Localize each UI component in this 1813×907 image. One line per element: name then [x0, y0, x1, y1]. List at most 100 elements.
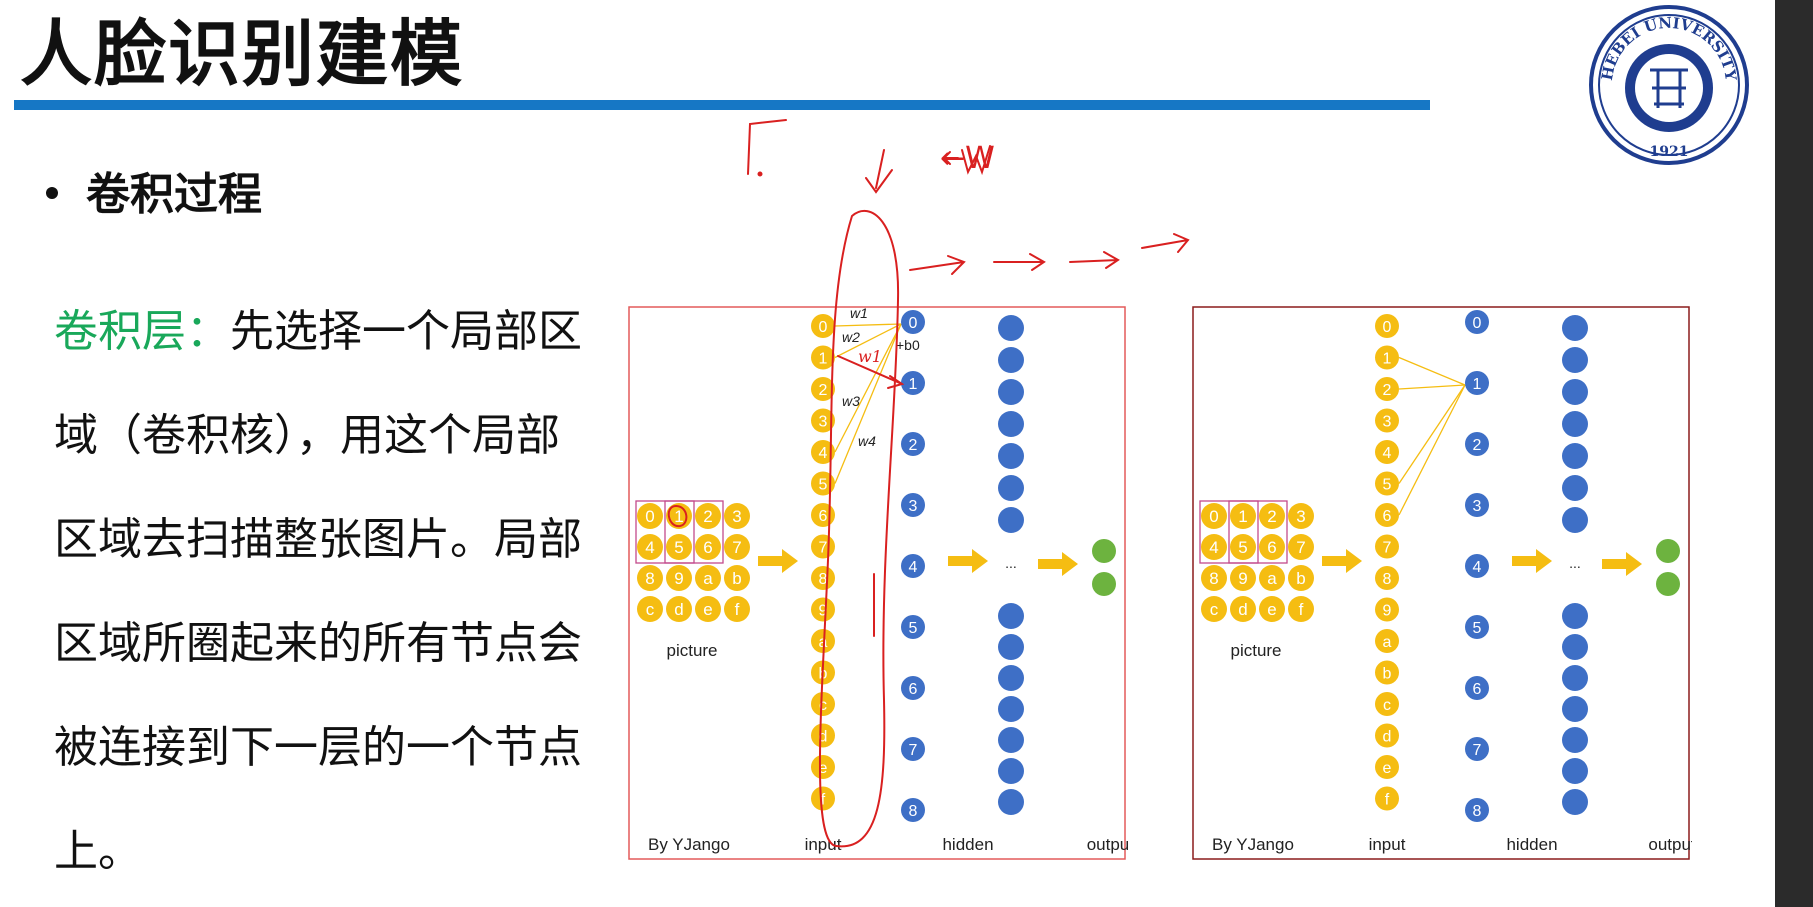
picture-cell-label: 0	[645, 507, 654, 526]
hidden-node	[998, 727, 1024, 753]
input-node-label: 4	[1383, 445, 1392, 462]
input-node-label: e	[819, 760, 828, 777]
hidden-node	[998, 665, 1024, 691]
hidden-node	[998, 347, 1024, 373]
conv-node-label: 5	[909, 620, 918, 637]
input-node-label: f	[1385, 792, 1390, 809]
connection-line	[1398, 356, 1466, 386]
hidden-node	[1562, 315, 1588, 341]
paragraph-lead: 卷积层：	[54, 306, 230, 357]
output-node	[1092, 539, 1116, 563]
connection-line	[834, 323, 902, 327]
picture-cell-label: 4	[645, 538, 654, 557]
picture-cell-label: f	[735, 600, 740, 619]
picture-cell-label: 4	[1209, 538, 1218, 557]
picture-cell-label: 6	[703, 538, 712, 557]
hidden-ellipsis: ...	[1569, 555, 1581, 571]
conv-node-label: 3	[909, 498, 918, 515]
connection-line	[1398, 384, 1466, 516]
picture-cell-label: f	[1299, 600, 1304, 619]
weight-label: w4	[858, 433, 876, 449]
conv-node-label: 1	[1473, 376, 1482, 393]
hidden-node	[1562, 789, 1588, 815]
conv-node-label: 4	[1473, 559, 1482, 576]
hidden-node	[998, 634, 1024, 660]
output-node	[1092, 572, 1116, 596]
flow-arrow	[1602, 552, 1642, 576]
paragraph-body: 先选择一个局部区域（卷积核），用这个局部区域去扫描整张图片。局部区域所圈起来的所…	[54, 306, 582, 877]
flow-arrow	[1512, 549, 1552, 573]
picture-cell-label: d	[674, 600, 683, 619]
input-node-label: 9	[819, 603, 828, 620]
flow-arrow	[1322, 549, 1362, 573]
hidden-node	[1562, 603, 1588, 629]
input-node-label: 0	[819, 319, 828, 336]
input-node-label: c	[819, 697, 827, 714]
conv-node-label: 7	[909, 742, 918, 759]
figure-label-output: outpu	[1087, 835, 1128, 854]
connection-line	[1398, 384, 1466, 484]
picture-cell-label: b	[732, 569, 741, 588]
hidden-node	[1562, 411, 1588, 437]
bullet-text: 卷积过程	[86, 169, 262, 220]
conv-node-label: 4	[909, 559, 918, 576]
picture-cell-label: a	[703, 569, 713, 588]
figure-label-output: output	[1648, 835, 1692, 854]
input-node-label: a	[819, 634, 828, 651]
conv-node-label: 3	[1473, 498, 1482, 515]
input-node-label: 4	[819, 445, 828, 462]
hidden-node	[998, 696, 1024, 722]
input-node-label: 7	[1383, 540, 1392, 557]
hidden-node	[1562, 507, 1588, 533]
hidden-node	[998, 443, 1024, 469]
window-edge-bar	[1775, 0, 1813, 907]
input-node-label: 2	[1383, 382, 1392, 399]
conv-node-label: 8	[1473, 803, 1482, 820]
flow-arrow	[758, 549, 798, 573]
conv-node-label: 6	[1473, 681, 1482, 698]
input-node-label: f	[821, 792, 826, 809]
hidden-node	[998, 789, 1024, 815]
figure-label-hidden: hidden	[942, 835, 993, 854]
picture-label: picture	[1230, 641, 1281, 660]
picture-cell-label: c	[646, 600, 655, 619]
picture-cell-label: c	[1210, 600, 1219, 619]
input-node-label: d	[819, 729, 828, 746]
logo-year: 1921	[1650, 144, 1689, 160]
picture-cell-label: 8	[645, 569, 654, 588]
bias-label: +b0	[896, 337, 920, 353]
hidden-node	[1562, 696, 1588, 722]
picture-cell-label: e	[703, 600, 712, 619]
cnn-figure-left: 0 1 2 34 5 6 78 9 a bc d e fpicturew1w2w3w4+b0012345…	[628, 306, 1128, 860]
hidden-node	[998, 507, 1024, 533]
connection-line	[1398, 384, 1466, 390]
input-node-label: 0	[1383, 319, 1392, 336]
conv-node-label: 2	[1473, 437, 1482, 454]
hidden-node	[1562, 475, 1588, 501]
picture-cell-label: 5	[674, 538, 683, 557]
output-node	[1656, 572, 1680, 596]
input-node-label: b	[819, 666, 828, 683]
input-node-label: 1	[819, 351, 828, 368]
input-node-label: 7	[819, 540, 828, 557]
input-node-label: 8	[819, 571, 828, 588]
weight-label: w1	[850, 306, 868, 321]
input-node-label: a	[1383, 634, 1392, 651]
weight-label: w3	[842, 393, 860, 409]
conv-node-label: 6	[909, 681, 918, 698]
bullet-item: 卷积过程	[46, 158, 262, 222]
hidden-node	[1562, 758, 1588, 784]
input-node-label: 3	[819, 414, 828, 431]
hidden-node	[1562, 443, 1588, 469]
figure-label-input: input	[805, 835, 842, 854]
hidden-node	[998, 475, 1024, 501]
annotation-w: ←W	[940, 141, 995, 176]
picture-cell-label: 6	[1267, 538, 1276, 557]
conv-node-label: 8	[909, 803, 918, 820]
output-node	[1656, 539, 1680, 563]
hidden-node	[998, 411, 1024, 437]
figure-label-hidden: hidden	[1506, 835, 1557, 854]
conv-node-label: 7	[1473, 742, 1482, 759]
picture-cell-label: 2	[1267, 507, 1276, 526]
input-node-label: 1	[1383, 351, 1392, 368]
